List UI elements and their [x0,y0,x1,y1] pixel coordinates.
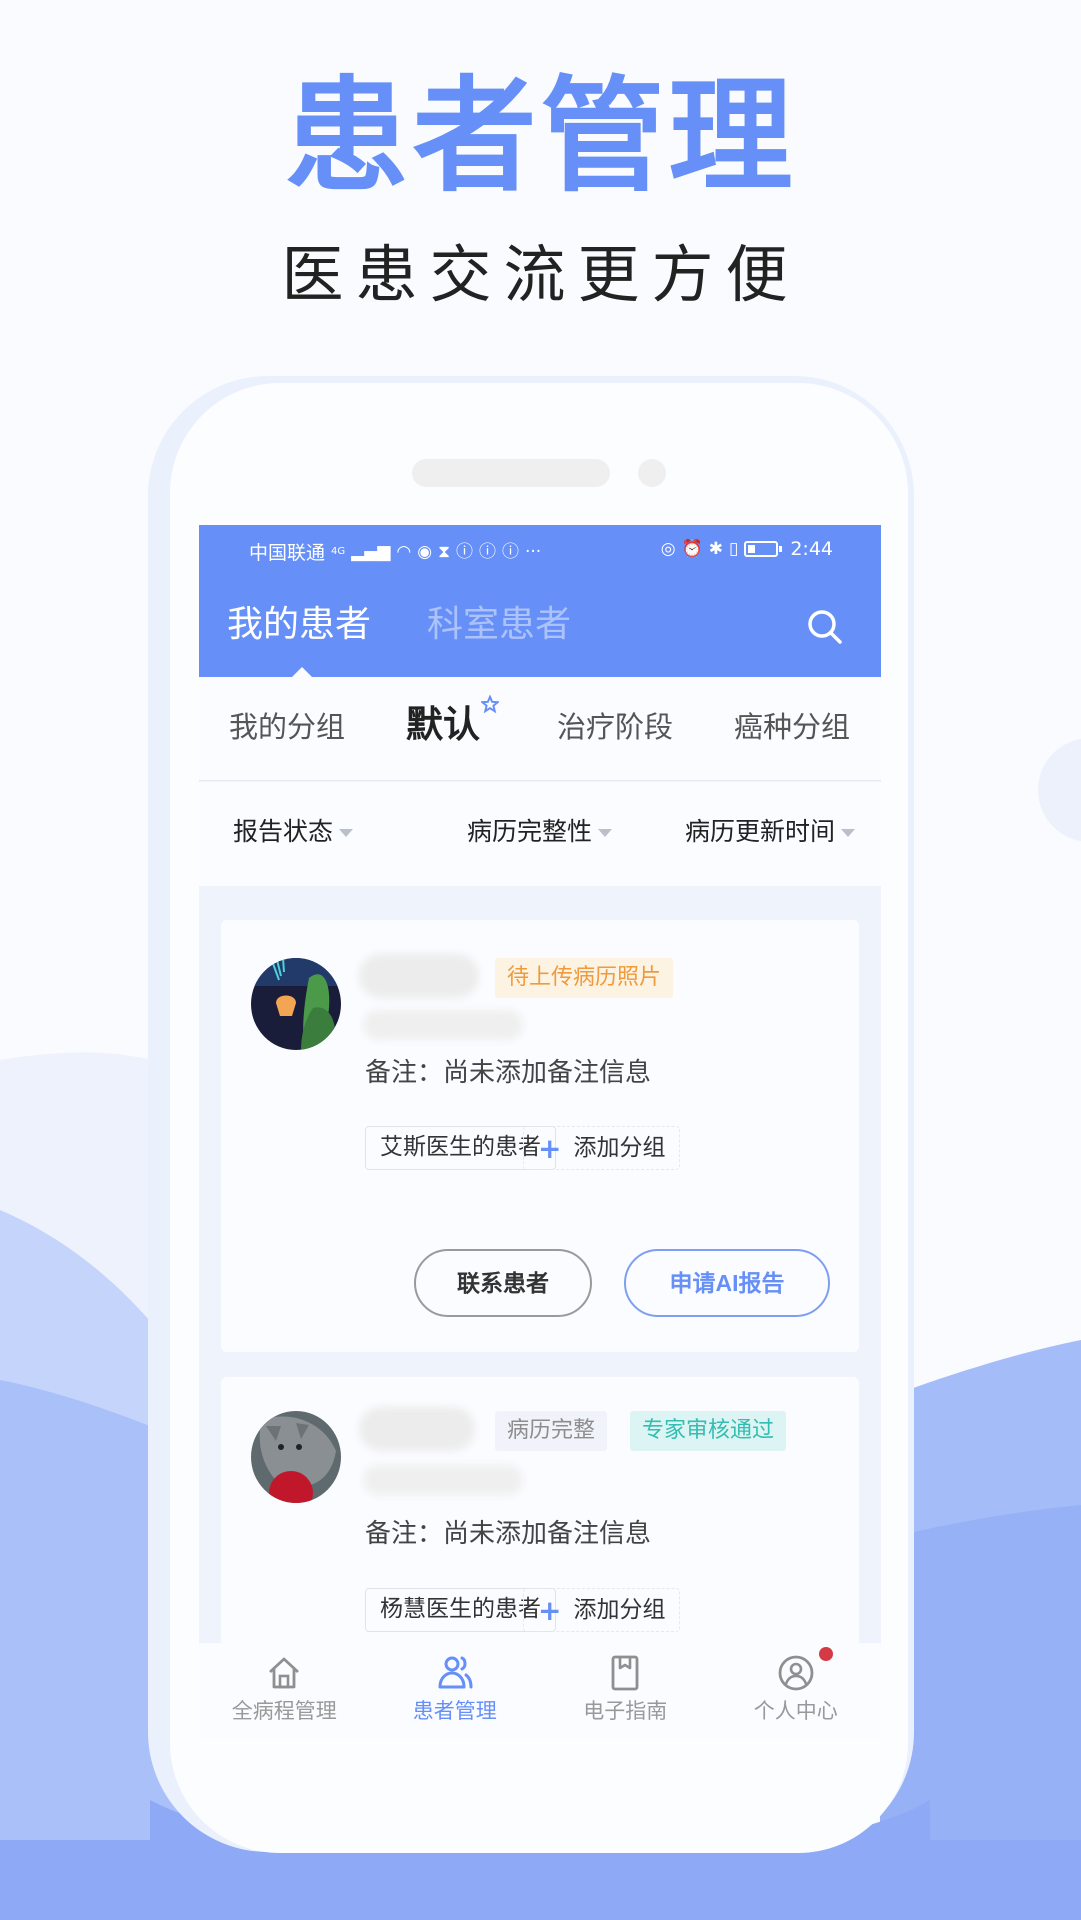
patient-card[interactable]: 待上传病历照片 备注：尚未添加备注信息 艾斯医生的患者 + 添加分组 联系患者 … [221,920,859,1352]
filter-bar: 报告状态 病历完整性 病历更新时间 [199,782,881,886]
patient-info-redacted [363,1010,523,1040]
nav-label: 个人中心 [753,1699,838,1723]
hero-title: 患者管理 [284,65,797,209]
nav-patient-management[interactable]: 患者管理 [370,1643,541,1738]
plus-icon: + [538,1131,562,1165]
patient-info-redacted [363,1465,523,1495]
vibrate-icon: ▯ [728,539,739,559]
tab-department-patients[interactable]: 科室患者 [427,603,571,647]
patient-avatar [251,958,341,1050]
filter-label: 报告状态 [233,817,334,846]
app-screen: 中国联通 4G ▂▄▆ ◠ ◉ ⧗ ⓘ ⓘ ⓘ ··· ◎ ⏰ ✱ ▯ 2:44… [199,525,881,1738]
globe-icon: ◉ [417,541,433,562]
filter-record-completeness[interactable]: 病历完整性 [467,816,613,848]
patient-name-redacted [359,954,479,998]
dropdown-arrow-icon [841,829,856,837]
wifi-icon: ◠ [396,541,412,562]
filter-label: 病历更新时间 [685,817,836,846]
star-icon [481,695,499,713]
notification-dot [819,1647,833,1661]
signal-icon: ▂▄▆ [351,541,391,562]
nav-e-guide[interactable]: 电子指南 [540,1643,711,1738]
alert-icon: ⓘ [479,541,496,562]
bottom-navigation: 全病程管理 患者管理 电子指南 个人中心 [199,1643,881,1738]
profile-icon [778,1655,814,1691]
filter-report-status[interactable]: 报告状态 [233,816,354,848]
group-tab-cancer-type[interactable]: 癌种分组 [734,709,850,745]
nav-full-course-management[interactable]: 全病程管理 [199,1643,370,1738]
add-group-label: 添加分组 [573,1596,666,1623]
search-icon[interactable] [805,607,845,647]
filter-label: 病历完整性 [467,817,593,846]
signal-icon: 4G [331,545,346,557]
patient-remark: 备注：尚未添加备注信息 [365,1519,652,1549]
eye-icon: ◎ [660,539,676,559]
nav-label: 电子指南 [583,1699,668,1723]
status-badge: 待上传病历照片 [495,958,674,998]
hourglass-icon: ⧗ [438,541,450,562]
tab-my-patients[interactable]: 我的患者 [227,603,371,647]
dropdown-arrow-icon [598,829,613,837]
carrier-name: 中国联通 [249,542,326,564]
group-tab-default[interactable]: 默认 [406,703,480,747]
review-status-badge: 专家审核通过 [630,1411,787,1451]
status-bar: 中国联通 4G ▂▄▆ ◠ ◉ ⧗ ⓘ ⓘ ⓘ ··· ◎ ⏰ ✱ ▯ 2:44 [199,525,881,575]
add-group-button[interactable]: + 添加分组 [523,1588,681,1632]
nav-label: 全病程管理 [231,1699,337,1723]
home-icon [269,1657,300,1689]
dropdown-arrow-icon [339,829,354,837]
app-header: 中国联通 4G ▂▄▆ ◠ ◉ ⧗ ⓘ ⓘ ⓘ ··· ◎ ⏰ ✱ ▯ 2:44… [199,525,881,677]
group-tab-my-groups[interactable]: 我的分组 [229,709,345,745]
record-status-badge: 病历完整 [495,1411,608,1451]
contact-patient-button[interactable]: 联系患者 [414,1249,592,1317]
group-tab-treatment-stage[interactable]: 治疗阶段 [557,709,673,745]
request-ai-report-button[interactable]: 申请AI报告 [624,1249,830,1317]
filter-record-update-time[interactable]: 病历更新时间 [685,816,856,848]
bluetooth-icon: ✱ [708,539,723,559]
nav-label: 患者管理 [412,1699,497,1723]
active-tab-indicator [292,667,312,677]
add-group-label: 添加分组 [573,1134,666,1161]
plus-icon: + [538,1593,562,1627]
clock: 2:44 [790,538,833,560]
group-tabs: 我的分组 默认 治疗阶段 癌种分组 [199,677,881,781]
patient-remark: 备注：尚未添加备注信息 [365,1058,652,1088]
phone-speaker [412,459,610,487]
alert-icon: ⓘ [456,541,473,562]
book-icon [611,1655,639,1691]
patient-name-redacted [359,1407,475,1451]
phone-camera [638,459,666,487]
more-icon: ··· [525,541,542,562]
hero-subtitle: 医患交流更方便 [281,238,800,311]
nav-personal-center[interactable]: 个人中心 [711,1643,882,1738]
alert-icon: ⓘ [502,541,519,562]
patient-avatar [251,1411,341,1503]
patients-icon [438,1656,473,1689]
battery-icon [744,541,783,557]
alarm-icon: ⏰ [681,539,703,559]
add-group-button[interactable]: + 添加分组 [523,1126,681,1170]
